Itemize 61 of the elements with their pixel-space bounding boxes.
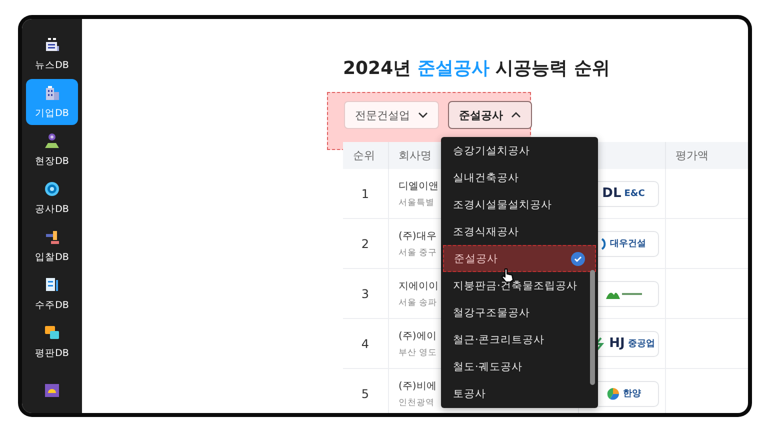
sidebar-item[interactable]: 수주DB bbox=[26, 271, 78, 317]
company-address: 서울 송파 bbox=[398, 296, 438, 308]
logo-text: 대우건설 bbox=[610, 238, 646, 250]
sidebar-label: 평판DB bbox=[35, 347, 69, 360]
filter-dropdown[interactable]: 준설공사 bbox=[448, 101, 532, 129]
sidebar-item[interactable]: 뉴스DB bbox=[26, 31, 78, 77]
company-name: 디엘이앤 bbox=[398, 180, 438, 192]
news-icon bbox=[43, 36, 61, 54]
chevron-up-icon bbox=[511, 110, 521, 120]
dropdown-item[interactable]: 철도·궤도공사 bbox=[443, 353, 596, 380]
logo-mark: HJ bbox=[609, 336, 625, 351]
company-address: 인천광역 bbox=[398, 396, 434, 408]
chat-icon bbox=[43, 324, 61, 342]
rank-cell: 4 bbox=[343, 318, 388, 368]
logo-text: 한양 bbox=[623, 388, 641, 400]
rank-cell: 1 bbox=[343, 169, 388, 218]
dropdown-item[interactable]: 지붕판금·건축물조립공사 bbox=[443, 272, 596, 299]
sidebar-item[interactable]: 입찰DB bbox=[26, 223, 78, 269]
building-icon bbox=[43, 84, 61, 102]
logo-mark: DL bbox=[602, 186, 622, 201]
circle-logo-icon bbox=[606, 386, 620, 400]
rank-cell: 5 bbox=[343, 368, 388, 413]
logo-text: E&C bbox=[624, 188, 645, 198]
rank-cell: 2 bbox=[343, 218, 388, 268]
sidebar-label: 뉴스DB bbox=[35, 59, 69, 72]
company-name: (주)에이 bbox=[398, 330, 436, 342]
dropdown-item[interactable]: 준설공사 bbox=[443, 245, 596, 272]
dropdown-item[interactable]: 철강구조물공사 bbox=[443, 299, 596, 326]
site-icon bbox=[43, 132, 61, 150]
sidebar-label: 입찰DB bbox=[35, 251, 69, 264]
arc-logo-icon bbox=[601, 238, 607, 250]
helmet-icon bbox=[43, 381, 61, 399]
rank-cell: 3 bbox=[343, 268, 388, 318]
page-title: 2024년 준설공사 시공능력 순위 bbox=[343, 57, 611, 80]
gear-icon bbox=[43, 180, 61, 198]
gavel-icon bbox=[43, 228, 61, 246]
scrollbar-thumb[interactable] bbox=[590, 270, 595, 385]
company-name: 지에이이 bbox=[398, 280, 438, 292]
company-name: (주)비에 bbox=[398, 380, 436, 392]
sidebar-item[interactable]: 현장DB bbox=[26, 127, 78, 173]
sidebar-item[interactable]: 평판DB bbox=[26, 319, 78, 365]
sidebar-label: 수주DB bbox=[35, 299, 69, 312]
sidebar-label: 현장DB bbox=[35, 155, 69, 168]
dropdown-item[interactable]: 조경식재공사 bbox=[443, 218, 596, 245]
sidebar-item[interactable]: 공사DB bbox=[26, 175, 78, 221]
company-address: 부산 영도 bbox=[398, 346, 438, 358]
chevron-down-icon bbox=[418, 110, 428, 120]
sidebar-label: 공사DB bbox=[35, 203, 69, 216]
dropdown-item[interactable]: 토공사 bbox=[443, 380, 596, 407]
sidebar-label: 기업DB bbox=[35, 107, 69, 120]
check-icon bbox=[571, 252, 585, 266]
company-address: 서울 중구 bbox=[398, 246, 438, 258]
dropdown-item[interactable]: 철근·콘크리트공사 bbox=[443, 326, 596, 353]
dropdown-item[interactable]: 조경시설물설치공사 bbox=[443, 191, 596, 218]
filter-dropdown[interactable]: 전문건설업 bbox=[344, 101, 439, 129]
document-icon bbox=[43, 276, 61, 294]
column-header: 평가액 bbox=[665, 142, 748, 169]
column-header: 순위 bbox=[343, 142, 388, 169]
logo-text: 중공업 bbox=[628, 338, 655, 350]
company-address: 서울특별 bbox=[398, 196, 434, 208]
company-name: (주)대우 bbox=[398, 230, 436, 242]
